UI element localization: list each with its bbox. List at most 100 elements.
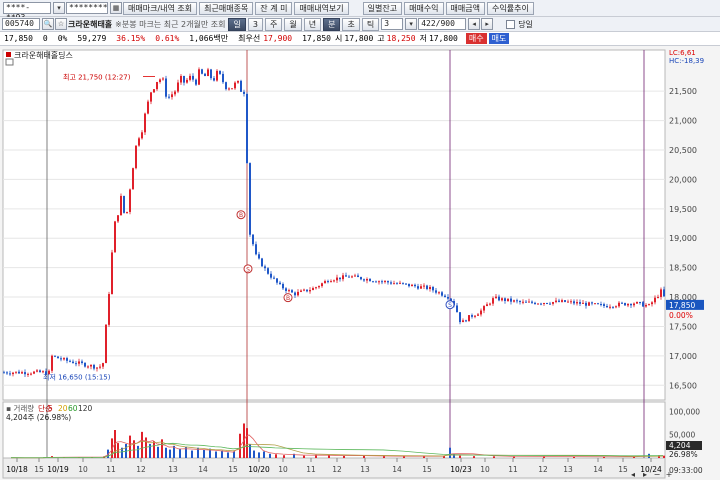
recent-items-button[interactable]: 최근매매종목	[199, 1, 254, 15]
candle-body	[189, 75, 191, 80]
balance-button[interactable]: 잔 계 미	[255, 1, 293, 15]
price-panel[interactable]	[2, 49, 666, 401]
favorite-icon[interactable]: ☆	[55, 18, 67, 30]
daily-balance-button[interactable]: 일별잔고	[362, 1, 403, 15]
candle-body	[459, 312, 461, 323]
candle-body	[510, 298, 512, 302]
tab-month[interactable]: 월	[284, 17, 302, 31]
candle-body	[315, 287, 317, 289]
candle-body	[507, 298, 509, 301]
candle-body	[141, 132, 143, 139]
trade-detail-button[interactable]: 매매내역보기	[294, 1, 349, 15]
buy-button[interactable]: 매수	[465, 33, 487, 44]
candle-body	[63, 358, 65, 360]
candle-body	[294, 292, 296, 296]
tab-week[interactable]: 주	[264, 17, 283, 31]
x-axis-label: 14	[392, 465, 402, 474]
candle-body	[405, 283, 407, 285]
tab-day[interactable]: 일	[228, 17, 246, 31]
candle-body	[12, 372, 14, 375]
candle-body	[36, 370, 38, 372]
y-axis-label: 18,500	[669, 264, 697, 273]
candle-body	[132, 168, 134, 190]
candle-body	[543, 303, 545, 305]
x-axis-label: 12	[332, 465, 342, 474]
interval-dropdown-icon[interactable]: ▾	[405, 18, 418, 30]
candle-body	[516, 300, 518, 302]
volume-legend-item: 120	[78, 404, 93, 413]
volume-current-label: 4,204	[669, 441, 691, 450]
next-icon[interactable]: ▸	[481, 18, 494, 30]
trade-history-button[interactable]: 매매마크/내역 조회	[123, 1, 198, 15]
prev-icon[interactable]: ◂	[468, 18, 481, 30]
y-axis-label: 20,000	[669, 175, 697, 184]
volume-bar	[165, 447, 167, 458]
candle-body	[591, 302, 593, 304]
candle-body	[270, 273, 272, 278]
tab-second[interactable]: 초	[342, 17, 360, 31]
x-axis-label: 10	[78, 465, 88, 474]
candle-body	[438, 292, 440, 294]
candle-body	[393, 283, 395, 285]
volume-bar	[179, 448, 181, 458]
candle-body	[348, 276, 350, 278]
volume-bar	[493, 456, 495, 458]
candle-body	[222, 73, 224, 83]
candle-body	[54, 355, 56, 357]
candle-body	[60, 358, 62, 360]
open-value: 17,800	[344, 34, 374, 43]
candle-body	[93, 364, 95, 369]
candle-body	[621, 302, 623, 304]
tab-year[interactable]: 년	[303, 17, 322, 31]
candle-body	[213, 78, 215, 81]
candle-body	[351, 276, 353, 278]
candle-body	[321, 283, 323, 287]
candle-body	[84, 362, 86, 367]
candle-body	[33, 371, 35, 374]
trade-amount-button[interactable]: 매매금액	[445, 1, 485, 15]
trade-return-button[interactable]: 매매수익	[404, 1, 444, 15]
stock-code-field[interactable]: 005740	[2, 18, 40, 30]
candle-body	[390, 282, 392, 284]
candle-body	[192, 75, 194, 80]
volume-bar	[328, 455, 330, 458]
interval-field[interactable]: 3	[381, 18, 404, 30]
candle-body	[243, 91, 245, 94]
tab-tick[interactable]: 틱	[361, 17, 380, 31]
candle-body	[414, 284, 416, 287]
candle-body	[534, 302, 536, 305]
tab-minute[interactable]: 분	[323, 17, 341, 31]
current-price: 17,850	[4, 34, 33, 43]
candle-body	[81, 361, 83, 363]
x-axis-label: 13	[360, 465, 370, 474]
account-dropdown-icon[interactable]: ▾	[53, 2, 65, 14]
password-field[interactable]: ********	[66, 2, 108, 14]
return-trend-button[interactable]: 수익률추이	[487, 1, 534, 15]
x-axis-label: 15	[34, 465, 44, 474]
x-axis-label: 14	[593, 465, 603, 474]
candle-body	[585, 302, 587, 306]
candle-body	[600, 304, 602, 306]
candle-body	[165, 78, 167, 97]
search-icon[interactable]: 🔍	[42, 18, 54, 30]
candle-body	[435, 290, 437, 293]
candle-body	[24, 372, 26, 375]
tab-3[interactable]: 3	[247, 17, 263, 31]
candle-body	[609, 306, 611, 308]
candle-body	[606, 306, 608, 308]
candle-body	[291, 290, 293, 293]
y-axis-label: 19,000	[669, 234, 697, 243]
account-field[interactable]: ****-**93	[3, 2, 51, 22]
candle-body	[363, 279, 365, 281]
candle-body	[573, 301, 575, 304]
candle-body	[525, 301, 527, 303]
today-checkbox[interactable]	[506, 19, 516, 29]
candle-body	[558, 300, 560, 302]
sell-button[interactable]: 매도	[488, 33, 510, 44]
stock-chart[interactable]: 16,50017,00017,50018,00018,50019,00019,5…	[0, 46, 720, 480]
volume-bar	[133, 440, 135, 458]
candle-body	[96, 367, 98, 369]
keypad-icon[interactable]: ▦	[110, 2, 122, 14]
count-field[interactable]: 422/900	[418, 18, 467, 30]
x-axis-label: 14	[198, 465, 208, 474]
